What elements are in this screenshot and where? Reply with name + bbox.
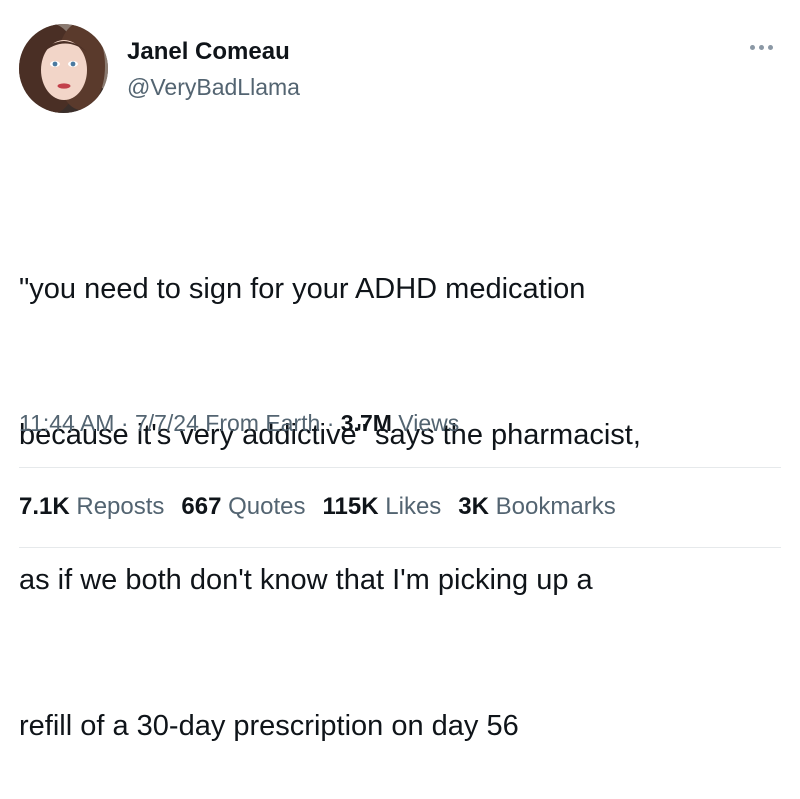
tweet-metadata: 11:44 AM · 7/7/24 From Earth · 3.7M View…	[19, 408, 459, 438]
tweet-source: From Earth	[205, 410, 321, 436]
tweet-text-line: "you need to sign for your ADHD medicati…	[19, 273, 586, 305]
likes-count: 115K	[322, 493, 379, 520]
quotes-label: Quotes	[228, 493, 306, 520]
tweet-header: Janel Comeau @VeryBadLlama	[19, 24, 781, 116]
tweet-time[interactable]: 11:44 AM	[19, 410, 114, 436]
more-dot	[767, 44, 773, 50]
bookmarks-label: Bookmarks	[495, 493, 616, 520]
reposts-count: 7.1K	[19, 493, 70, 520]
likes-label: Likes	[385, 493, 442, 520]
more-dot	[749, 44, 755, 50]
more-dot	[758, 44, 764, 50]
avatar[interactable]	[19, 24, 108, 113]
reposts-label: Reposts	[76, 493, 165, 520]
quotes-count: 667	[181, 493, 222, 520]
meta-separator: ·	[120, 410, 129, 436]
views-label: Views	[398, 410, 460, 436]
tweet-text: "you need to sign for your ADHD medicati…	[19, 168, 779, 799]
meta-separator: ·	[326, 410, 335, 436]
divider	[19, 467, 781, 468]
likes-stat[interactable]: 115K Likes	[323, 492, 442, 522]
display-name[interactable]: Janel Comeau	[127, 38, 300, 66]
bookmarks-stat[interactable]: 3K Bookmarks	[458, 492, 615, 522]
reposts-stat[interactable]: 7.1K Reposts	[19, 492, 164, 522]
tweet-text-line: refill of a 30-day prescription on day 5…	[19, 709, 519, 742]
views-count: 3.7M	[340, 410, 392, 436]
user-handle[interactable]: @VeryBadLlama	[127, 73, 300, 101]
author-names: Janel Comeau @VeryBadLlama	[127, 38, 300, 101]
more-horizontal-icon[interactable]	[741, 32, 781, 62]
bookmarks-count: 3K	[458, 493, 489, 520]
engagement-stats: 7.1K Reposts 667 Quotes 115K Likes 3K Bo…	[19, 492, 616, 522]
tweet-date[interactable]: 7/7/24	[135, 410, 199, 436]
quotes-stat[interactable]: 667 Quotes	[181, 492, 305, 522]
avatar-image	[19, 24, 108, 113]
tweet-text-line: as if we both don't know that I'm pickin…	[19, 564, 593, 596]
divider	[19, 547, 781, 548]
